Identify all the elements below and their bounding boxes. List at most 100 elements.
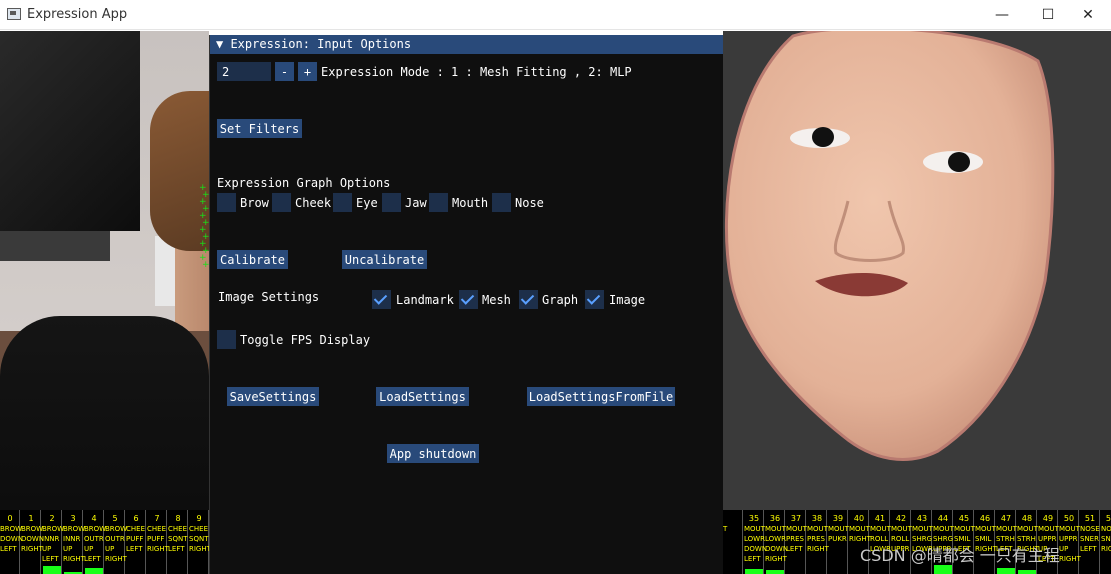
image-settings-heading: Image Settings: [218, 290, 320, 304]
graph-column: 5 BROW OUTR UP RIGHT: [105, 510, 127, 574]
expression-mode-increment-button[interactable]: +: [298, 62, 317, 81]
load-settings-from-file-button[interactable]: LoadSettingsFromFile: [527, 387, 675, 406]
calibrate-button[interactable]: Calibrate: [217, 250, 288, 269]
graph-column: 37 MOUT PRES LEFT: [786, 510, 807, 574]
graph-column-index: 37: [790, 514, 802, 523]
input-options-window: ▼ Expression: Input Options 2 - + Expres…: [209, 35, 724, 574]
graph-column: 51 NOSE SNER LEFT: [1080, 510, 1100, 574]
graph-checkbox[interactable]: [519, 290, 538, 309]
graph-column-label: MOUT PRES LEFT: [786, 525, 807, 553]
graph-column: 35 MOUT LOWR DOWN LEFT: [744, 510, 766, 574]
graph-column: 9 CHEE SQNT RIGHT: [189, 510, 209, 574]
graph-column-label: MOUT PRES RIGHT: [807, 525, 829, 553]
graph-bar: [43, 566, 61, 574]
brow-checkbox[interactable]: [217, 193, 236, 212]
face-mesh-render: [723, 31, 1111, 574]
camera-image: + + + + + + + + + + + +: [0, 31, 209, 574]
mouth-label: Mouth: [452, 196, 489, 210]
graph-label: Graph: [542, 293, 579, 307]
graph-column-index: 45: [958, 514, 970, 523]
graph-column-index: 0: [7, 514, 13, 523]
face-mesh: [724, 31, 1055, 461]
graph-column-label: CHEE SQNT RIGHT: [189, 525, 209, 553]
graph-column-label: NOSE SNER RIGHT: [1101, 525, 1111, 553]
uncalibrate-button[interactable]: Uncalibrate: [342, 250, 427, 269]
graph-column: 7 CHEE PUFF RIGHT: [147, 510, 169, 574]
graph-column-label: BROW OUTR UP RIGHT: [105, 525, 127, 563]
close-button[interactable]: ✕: [1065, 0, 1111, 30]
graph-column-label: CHEE PUFF RIGHT: [147, 525, 169, 553]
image-checkbox[interactable]: [585, 290, 604, 309]
graph-column-index: 5: [112, 514, 118, 523]
graph-column-index: 3: [70, 514, 76, 523]
load-settings-button[interactable]: LoadSettings: [376, 387, 469, 406]
input-options-titlebar[interactable]: ▼ Expression: Input Options: [210, 35, 724, 54]
graph-column-label: MOUT LOWR DOWN LEFT: [744, 525, 766, 563]
nose-label: Nose: [515, 196, 544, 210]
landmark-checkbox[interactable]: [372, 290, 391, 309]
nose-checkbox[interactable]: [492, 193, 511, 212]
graph-column-label: MOUT PUKR: [828, 525, 849, 543]
app-shutdown-button[interactable]: App shutdown: [387, 444, 479, 463]
graph-column-index: 38: [811, 514, 823, 523]
graph-column: 50 MOUT UPPR UP RIGHT: [1059, 510, 1081, 574]
graph-column-index: 44: [937, 514, 949, 523]
save-settings-button[interactable]: SaveSettings: [227, 387, 319, 406]
graph-column: 3 BROW INNR UP RIGHT: [63, 510, 85, 574]
graph-column-label: MOUT LOWR DOWN RIGHT: [765, 525, 787, 563]
expression-mode-label: Expression Mode : 1 : Mesh Fitting , 2: …: [321, 65, 632, 79]
graph-column-label: MOUT UPPR UP RIGHT: [1059, 525, 1081, 563]
left-pupil: [812, 127, 834, 147]
eye-checkbox[interactable]: [333, 193, 352, 212]
graph-column-index: 48: [1021, 514, 1033, 523]
eye-label: Eye: [356, 196, 378, 210]
expression-graph-left: 0 BROW DOWN LEFT 1 BROW DOWN RIGHT 2 BROW INN…: [0, 510, 209, 574]
jaw-label: Jaw: [405, 196, 427, 210]
graph-column-index: 46: [979, 514, 991, 523]
graph-column: 39 MOUT PUKR: [828, 510, 849, 574]
face-shape: [724, 31, 1055, 461]
graph-options-heading: Expression Graph Options: [217, 176, 391, 190]
graph-column-index: 52: [1105, 514, 1111, 523]
graph-column-index: 51: [1084, 514, 1096, 523]
cheek-checkbox[interactable]: [272, 193, 291, 212]
graph-column-label: CHEE PUFF LEFT: [126, 525, 145, 553]
graph-column: 52 NOSE SNER RIGHT: [1101, 510, 1111, 574]
app-icon: [7, 8, 21, 20]
graph-column-index: 9: [196, 514, 202, 523]
minimize-button[interactable]: —: [979, 0, 1025, 30]
graph-bar: [85, 568, 103, 574]
window-titlebar: Expression App — ☐ ✕: [0, 0, 1111, 30]
graph-column-index: 36: [769, 514, 781, 523]
landmark-label: Landmark: [396, 293, 454, 307]
graph-column: 36 MOUT LOWR DOWN RIGHT: [765, 510, 787, 574]
graph-column: 1 BROW DOWN RIGHT: [21, 510, 43, 574]
mesh-label: Mesh: [482, 293, 511, 307]
expression-mode-decrement-button[interactable]: -: [275, 62, 294, 81]
fps-display-checkbox[interactable]: [217, 330, 236, 349]
window-title: Expression App: [27, 7, 128, 22]
graph-column-label: BROW DOWN RIGHT: [21, 525, 43, 553]
brow-label: Brow: [240, 196, 269, 210]
image-label: Image: [609, 293, 646, 307]
graph-column-label: BROW DOWN LEFT: [0, 525, 22, 553]
set-filters-button[interactable]: Set Filters: [217, 119, 302, 138]
graph-column-index: 8: [175, 514, 181, 523]
graph-column-index: 41: [874, 514, 886, 523]
graph-column-index: 39: [832, 514, 844, 523]
graph-column-index: 1: [28, 514, 34, 523]
graph-column-index: 4: [91, 514, 97, 523]
graph-column-index: 50: [1063, 514, 1075, 523]
mesh-checkbox[interactable]: [459, 290, 478, 309]
mouth-checkbox[interactable]: [429, 193, 448, 212]
cheek-label: Cheek: [295, 196, 332, 210]
graph-column-label: CHEE SQNT LEFT: [168, 525, 188, 553]
expression-mode-input[interactable]: 2: [217, 62, 271, 81]
landmark-point: +: [202, 260, 209, 270]
fps-display-label: Toggle FPS Display: [240, 333, 371, 347]
graph-column: 38 MOUT PRES RIGHT: [807, 510, 829, 574]
jaw-checkbox[interactable]: [382, 193, 401, 212]
graph-bar: [766, 570, 784, 574]
graph-column-label: NOSE SNER LEFT: [1080, 525, 1100, 553]
graph-bar: [745, 569, 763, 574]
